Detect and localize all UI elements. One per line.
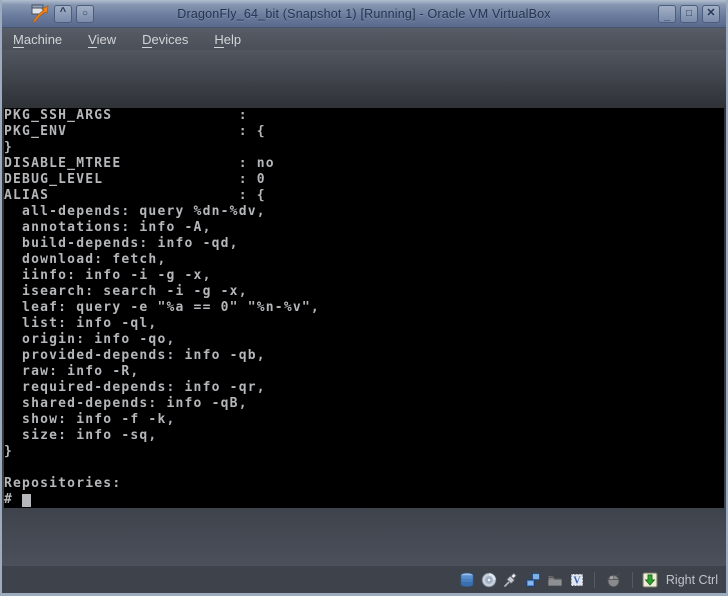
minimize-button[interactable]: _ [658,5,676,23]
sticky-icon: ○ [82,9,88,19]
terminal-cursor [22,494,31,507]
statusbar-separator [632,572,633,588]
sticky-button[interactable]: ○ [76,5,94,23]
menu-devices[interactable]: Devices [142,32,188,47]
terminal-prompt: # [4,492,22,507]
shared-folders-icon[interactable] [547,572,563,588]
vm-window-icon [30,4,50,24]
menu-machine[interactable]: Machine [13,32,62,47]
host-key-label: Right Ctrl [666,573,718,587]
optical-disk-icon[interactable] [481,572,497,588]
maximize-icon: □ [686,9,692,19]
terminal-text: PKG_SSH_ARGS : PKG_ENV : { } DISABLE_MTR… [4,108,724,492]
titlebar: ^ ○ DragonFly_64_bit (Snapshot 1) [Runni… [2,0,726,28]
shade-icon: ^ [60,7,66,18]
terminal-output: PKG_SSH_ARGS : PKG_ENV : { } DISABLE_MTR… [4,108,724,508]
statusbar-separator [594,572,595,588]
usb-icon[interactable] [503,572,519,588]
close-icon: ✕ [706,8,715,19]
close-button[interactable]: ✕ [702,5,720,23]
minimize-icon: _ [664,11,670,22]
guest-screen[interactable]: PKG_SSH_ARGS : PKG_ENV : { } DISABLE_MTR… [4,108,724,508]
window-title: DragonFly_64_bit (Snapshot 1) [Running] … [2,0,726,27]
mouse-icon[interactable] [604,572,623,588]
vm-viewport: PKG_SSH_ARGS : PKG_ENV : { } DISABLE_MTR… [2,50,726,566]
menu-help[interactable]: Help [214,32,241,47]
hard-disks-icon[interactable] [459,572,475,588]
statusbar: V Right Ctrl [2,566,726,593]
menu-view[interactable]: View [88,32,116,47]
maximize-button[interactable]: □ [680,5,698,23]
menubar: Machine View Devices Help [2,28,726,50]
shade-button[interactable]: ^ [54,5,72,23]
svg-text:V: V [573,575,581,586]
network-icon[interactable] [525,572,541,588]
host-key-icon [642,572,658,588]
display-icon[interactable]: V [569,572,585,588]
virtualbox-vm-window: ^ ○ DragonFly_64_bit (Snapshot 1) [Runni… [0,0,728,596]
